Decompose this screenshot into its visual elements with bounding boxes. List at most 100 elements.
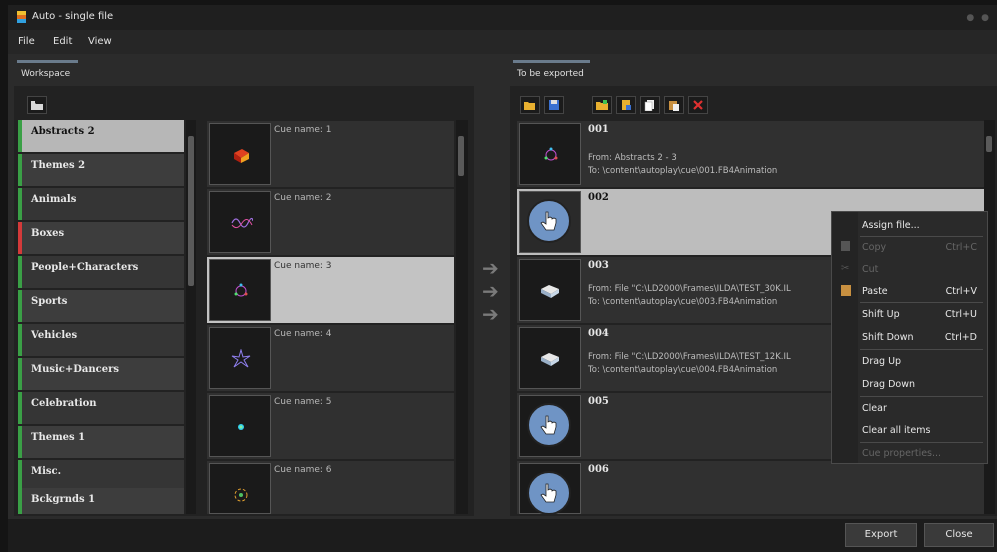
cube-icon [234,149,249,163]
export-thumbnail [519,395,581,457]
folder-icon [31,100,43,110]
export-item[interactable]: 001 From: Abstracts 2 - 3 To: \content\a… [517,121,984,187]
sparkle-icon [234,283,248,297]
transfer-arrow-icon: ➔ [482,279,499,303]
app-icon [17,11,26,23]
cue-item[interactable]: Cue name: 2 [207,189,454,255]
wave-icon [231,217,253,229]
export-number: 006 [588,464,609,475]
category-item[interactable]: Music+Dancers [18,358,184,390]
export-button[interactable]: Export [845,523,917,547]
category-item[interactable]: People+Characters [18,256,184,288]
cue-item[interactable]: Cue name: 5 [207,393,454,459]
copy-icon [644,100,654,111]
category-scrollbar[interactable] [186,120,196,514]
scrollbar-thumb[interactable] [458,136,464,176]
category-item[interactable]: Animals [18,188,184,220]
menu-drag-down[interactable]: Drag Down [862,379,915,390]
add-file-button[interactable] [616,96,636,114]
menu-shift-down[interactable]: Shift Down [862,332,914,343]
add-folder-button[interactable] [592,96,612,114]
open-folder-button[interactable] [27,96,47,114]
close-button[interactable]: Close [924,523,994,547]
cue-name: Cue name: 4 [274,329,332,339]
dot-icon [238,424,244,430]
shortcut-shift-up: Ctrl+U [945,309,977,320]
category-item[interactable]: Themes 1 [18,426,184,458]
cue-name: Cue name: 2 [274,193,332,203]
shortcut-paste: Ctrl+V [945,286,977,297]
export-from: From: Abstracts 2 - 3 [588,153,677,163]
export-to: To: \content\autoplay\cue\003.FB4Animati… [588,297,778,307]
menu-view[interactable]: View [88,36,112,47]
category-item[interactable]: Vehicles [18,324,184,356]
window-controls-icon[interactable]: ● ● [966,13,991,23]
hand-cursor-icon [527,471,571,515]
menu-shift-up[interactable]: Shift Up [862,309,900,320]
folder-add-icon [596,100,608,110]
category-item[interactable]: Bckgrnds 1 [18,488,184,514]
category-item[interactable]: Celebration [18,392,184,424]
paste-button[interactable] [664,96,684,114]
menu-copy[interactable]: Copy [862,242,886,253]
export-thumbnail [519,259,581,321]
hand-cursor-icon [527,403,571,447]
cue-item[interactable]: Cue name: 4 [207,325,454,391]
menu-separator [860,396,983,397]
shortcut-copy: Ctrl+C [945,242,978,253]
menu-cue-properties[interactable]: Cue properties... [862,448,941,459]
cue-scrollbar[interactable] [456,120,468,514]
save-button[interactable] [544,96,564,114]
cue-name: Cue name: 5 [274,397,332,407]
file-add-icon [622,100,631,110]
menu-separator [860,349,983,350]
cue-item[interactable]: Cue name: 3 [207,257,454,323]
window-title: Auto - single file [32,11,114,22]
cue-name: Cue name: 1 [274,125,332,135]
export-thumbnail [519,191,581,253]
delete-x-icon [693,100,703,110]
menu-file[interactable]: File [18,36,35,47]
export-number: 003 [588,260,609,271]
category-item[interactable]: Themes 2 [18,154,184,186]
menu-cut[interactable]: Cut [862,264,878,275]
shortcut-shift-down: Ctrl+D [944,332,977,343]
delete-button[interactable] [688,96,708,114]
folder-open-icon [524,101,535,110]
export-number: 005 [588,396,609,407]
open-button[interactable] [520,96,540,114]
menu-edit[interactable]: Edit [53,36,72,47]
scrollbar-thumb[interactable] [986,136,992,152]
scrollbar-thumb[interactable] [188,136,194,286]
export-to: To: \content\autoplay\cue\001.FB4Animati… [588,166,778,176]
cue-item[interactable]: Cue name: 6 [207,461,454,514]
category-item[interactable]: Abstracts 2 [18,120,184,152]
copy-button[interactable] [640,96,660,114]
menu-paste[interactable]: Paste [862,286,888,297]
category-item[interactable]: Boxes [18,222,184,254]
tab-to-be-exported[interactable]: To be exported [513,60,590,82]
transfer-arrow-icon: ➔ [482,302,499,326]
ring-icon [234,488,248,502]
export-thumbnail [519,327,581,389]
menu-clear[interactable]: Clear [862,403,887,414]
cue-thumbnail [209,395,271,457]
file-drive-icon [541,353,559,366]
category-item[interactable]: Sports [18,290,184,322]
cue-thumbnail [209,259,271,321]
export-to: To: \content\autoplay\cue\004.FB4Animati… [588,365,778,375]
cue-thumbnail [209,463,271,514]
menu-clear-all[interactable]: Clear all items [862,425,930,436]
export-thumbnail [519,463,581,515]
export-item[interactable]: 006 [517,461,984,515]
menu-separator [860,442,983,443]
tab-workspace[interactable]: Workspace [17,60,78,82]
cue-name: Cue name: 3 [274,261,332,271]
title-bar [8,5,997,30]
menu-assign-file[interactable]: Assign file... [862,220,920,231]
cue-item[interactable]: Cue name: 1 [207,121,454,187]
export-number: 002 [588,192,609,203]
save-icon [549,100,559,110]
paste-icon [669,101,679,111]
menu-drag-up[interactable]: Drag Up [862,356,901,367]
